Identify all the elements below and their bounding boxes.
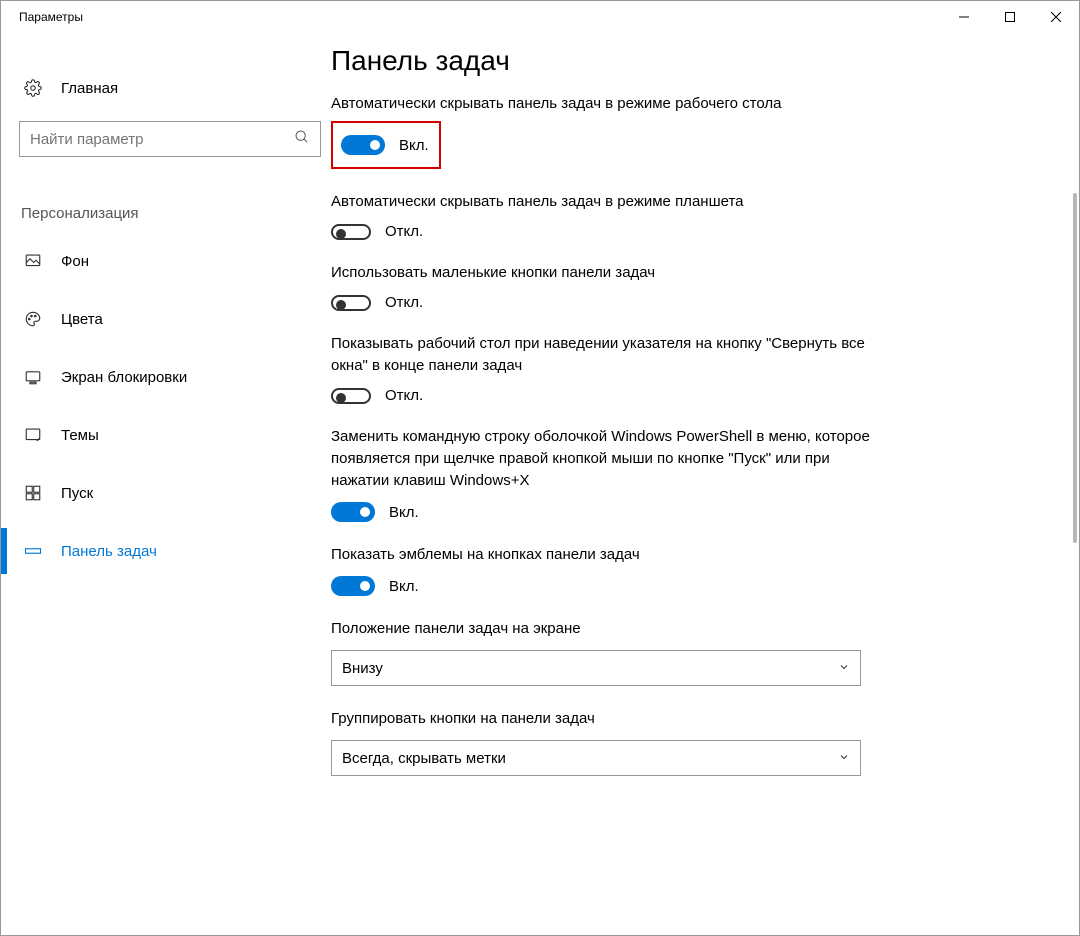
toggle-peek-desktop[interactable] — [331, 388, 371, 404]
sidebar-item-colors[interactable]: Цвета — [19, 290, 331, 348]
toggle-state-label: Вкл. — [389, 578, 419, 595]
lockscreen-icon — [23, 368, 43, 386]
setting-description: Положение панели задач на экране — [331, 618, 891, 640]
sidebar-item-label: Экран блокировки — [61, 369, 187, 386]
setting-description: Автоматически скрывать панель задач в ре… — [331, 191, 891, 213]
setting-taskbar-position: Положение панели задач на экране Внизу — [331, 618, 891, 686]
setting-description: Заменить командную строку оболочкой Wind… — [331, 426, 891, 492]
toggle-state-label: Откл. — [385, 387, 423, 404]
sidebar-item-themes[interactable]: Темы — [19, 406, 331, 464]
themes-icon — [23, 426, 43, 444]
setting-auto-hide-desktop: Автоматически скрывать панель задач в ре… — [331, 93, 891, 169]
toggle-replace-cmd-powershell[interactable] — [331, 502, 375, 522]
minimize-button[interactable] — [941, 1, 987, 33]
maximize-button[interactable] — [987, 1, 1033, 33]
sidebar-item-background[interactable]: Фон — [19, 232, 331, 290]
sidebar-item-taskbar[interactable]: Панель задач — [19, 522, 331, 580]
sidebar-item-label: Фон — [61, 253, 89, 270]
minimize-icon — [959, 12, 969, 22]
combo-value: Всегда, скрывать метки — [342, 750, 506, 767]
highlighted-toggle-box: Вкл. — [331, 121, 441, 169]
gear-icon — [23, 79, 43, 97]
setting-description: Показывать рабочий стол при наведении ук… — [331, 333, 891, 377]
sidebar-group-header: Персонализация — [19, 205, 331, 232]
sidebar-item-label: Пуск — [61, 485, 93, 502]
toggle-state-label: Вкл. — [399, 137, 429, 154]
taskbar-icon — [23, 542, 43, 560]
search-input[interactable] — [30, 131, 294, 148]
setting-small-buttons: Использовать маленькие кнопки панели зад… — [331, 262, 891, 311]
setting-description: Автоматически скрывать панель задач в ре… — [331, 93, 891, 115]
toggle-state-label: Откл. — [385, 223, 423, 240]
combo-combine-buttons[interactable]: Всегда, скрывать метки — [331, 740, 861, 776]
palette-icon — [23, 310, 43, 328]
chevron-down-icon — [838, 660, 850, 677]
setting-description: Использовать маленькие кнопки панели зад… — [331, 262, 891, 284]
start-icon — [23, 484, 43, 502]
setting-replace-cmd-powershell: Заменить командную строку оболочкой Wind… — [331, 426, 891, 522]
chevron-down-icon — [838, 750, 850, 767]
toggle-auto-hide-desktop[interactable] — [341, 135, 385, 155]
search-input-container[interactable] — [19, 121, 321, 157]
toggle-state-label: Откл. — [385, 294, 423, 311]
toggle-show-badges[interactable] — [331, 576, 375, 596]
close-icon — [1051, 12, 1061, 22]
toggle-auto-hide-tablet[interactable] — [331, 224, 371, 240]
picture-icon — [23, 252, 43, 270]
sidebar-item-label: Темы — [61, 427, 99, 444]
setting-show-badges: Показать эмблемы на кнопках панели задач… — [331, 544, 891, 596]
close-button[interactable] — [1033, 1, 1079, 33]
window-title: Параметры — [19, 10, 83, 24]
page-title: Панель задач — [331, 45, 1039, 77]
toggle-small-buttons[interactable] — [331, 295, 371, 311]
toggle-state-label: Вкл. — [389, 504, 419, 521]
scrollbar[interactable] — [1073, 193, 1077, 543]
sidebar-item-label: Панель задач — [61, 543, 157, 560]
main-content: Панель задач Автоматически скрывать пане… — [331, 33, 1079, 935]
sidebar: Главная Персонализация Фон Цвета Э — [1, 33, 331, 935]
sidebar-item-label: Цвета — [61, 311, 103, 328]
sidebar-item-start[interactable]: Пуск — [19, 464, 331, 522]
combo-value: Внизу — [342, 660, 383, 677]
setting-description: Группировать кнопки на панели задач — [331, 708, 891, 730]
home-button[interactable]: Главная — [19, 71, 331, 105]
maximize-icon — [1005, 12, 1015, 22]
titlebar: Параметры — [1, 1, 1079, 33]
sidebar-item-lockscreen[interactable]: Экран блокировки — [19, 348, 331, 406]
combo-taskbar-position[interactable]: Внизу — [331, 650, 861, 686]
setting-auto-hide-tablet: Автоматически скрывать панель задач в ре… — [331, 191, 891, 240]
setting-description: Показать эмблемы на кнопках панели задач — [331, 544, 891, 566]
home-label: Главная — [61, 80, 118, 97]
search-icon — [294, 129, 310, 149]
setting-peek-desktop: Показывать рабочий стол при наведении ук… — [331, 333, 891, 404]
setting-combine-buttons: Группировать кнопки на панели задач Всег… — [331, 708, 891, 776]
